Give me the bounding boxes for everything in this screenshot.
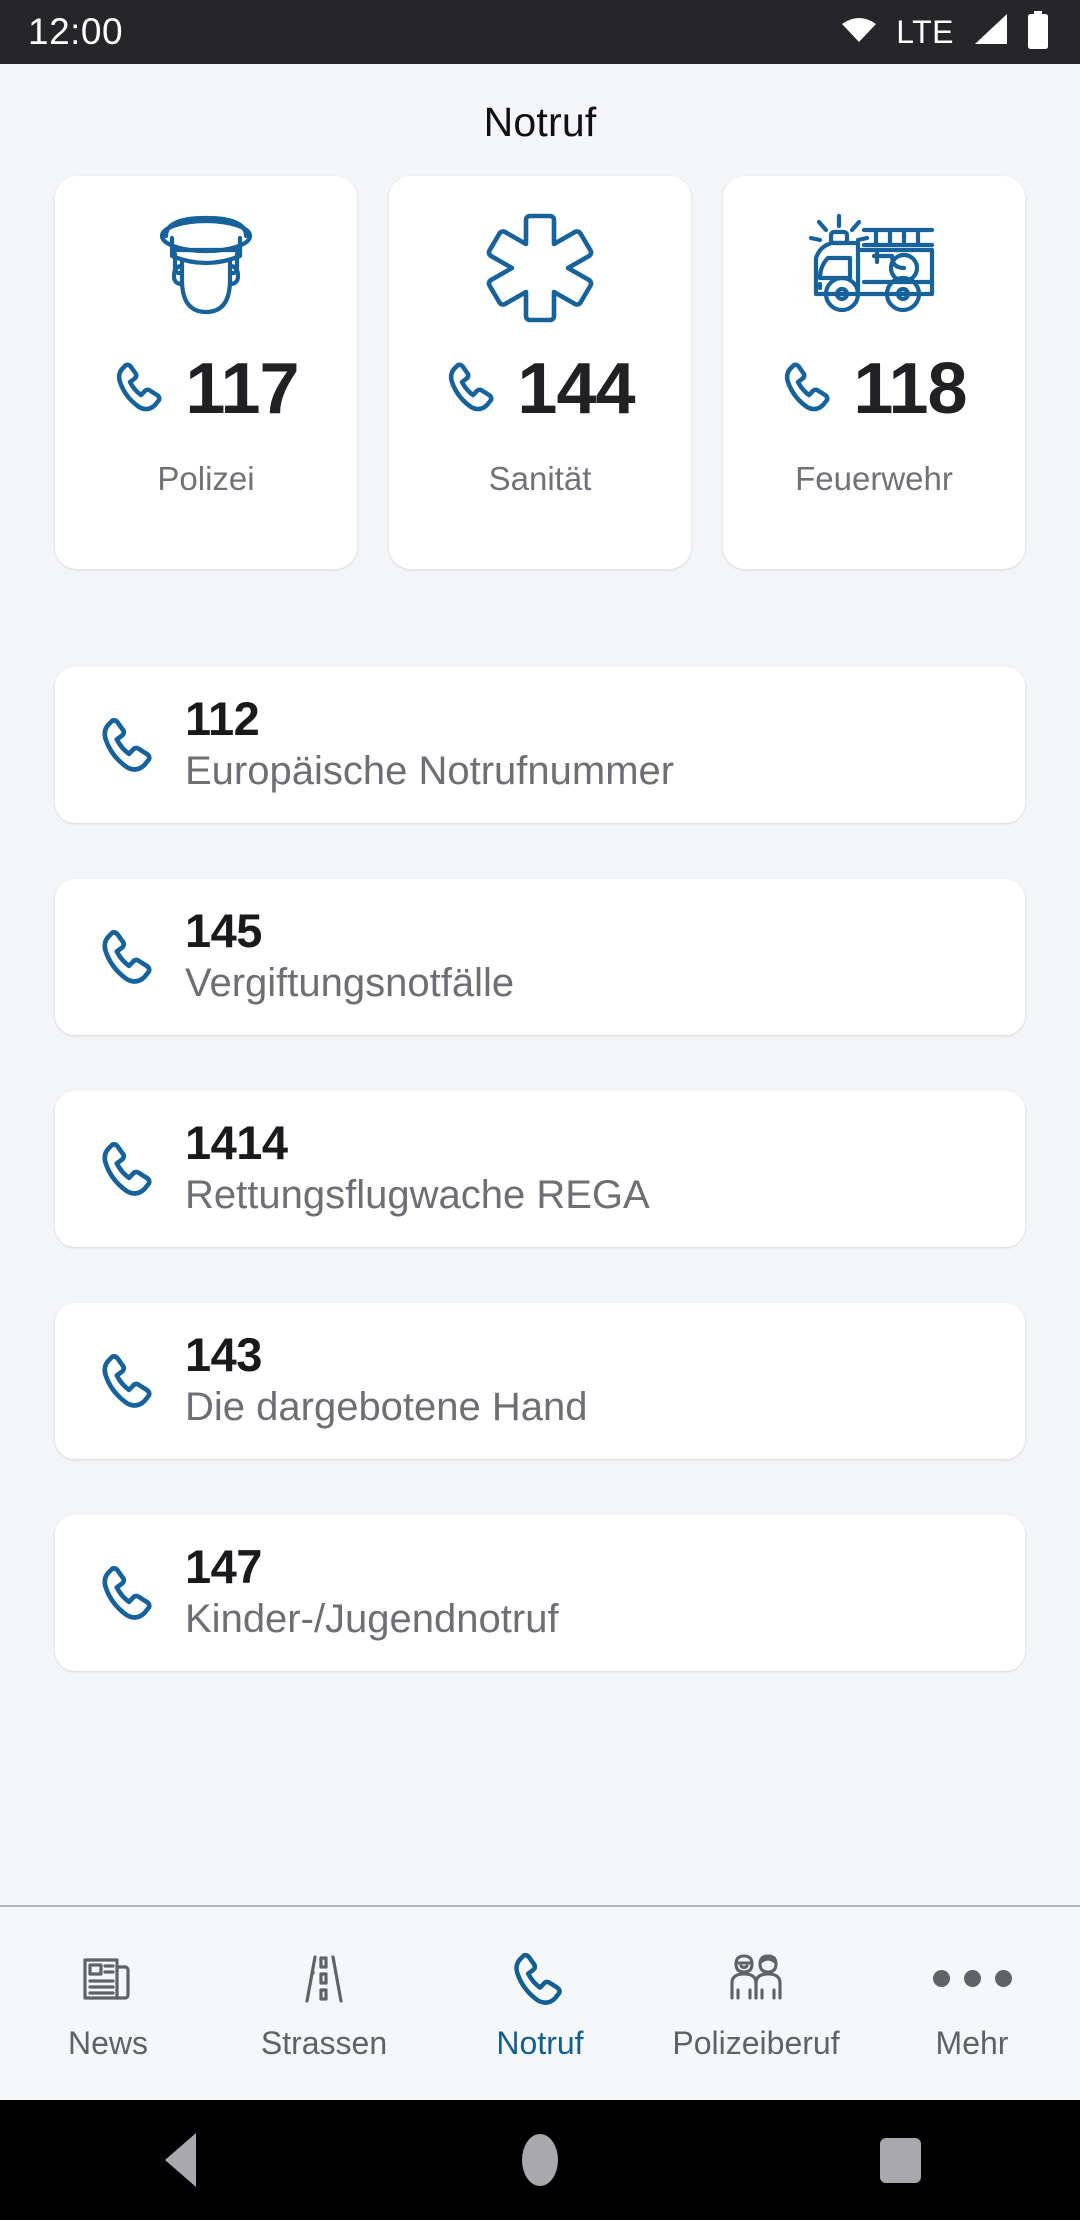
road-icon — [295, 1946, 353, 2012]
list-item-subtitle: Europäische Notrufnummer — [185, 748, 675, 793]
network-type-label: LTE — [896, 13, 954, 50]
list-item[interactable]: 145 Vergiftungsnotfälle — [55, 879, 1025, 1035]
list-item-subtitle: Rettungsflugwache REGA — [185, 1172, 650, 1217]
list-item-subtitle: Kinder-/Jugendnotruf — [185, 1596, 559, 1641]
back-triangle-icon — [164, 2133, 196, 2187]
card-number: 144 — [517, 349, 635, 429]
battery-icon — [1026, 10, 1050, 54]
nav-label: News — [67, 2024, 148, 2061]
list-item[interactable]: 112 Europäische Notrufnummer — [55, 667, 1025, 823]
wifi-icon — [839, 15, 879, 50]
list-item-text: 147 Kinder-/Jugendnotruf — [185, 1540, 559, 1644]
nav-item-mehr[interactable]: Mehr — [864, 1946, 1080, 2062]
system-recents-button[interactable] — [720, 2137, 1080, 2183]
star-of-life-icon — [481, 176, 599, 326]
list-item-number: 112 — [185, 692, 260, 746]
system-home-button[interactable] — [360, 2134, 720, 2186]
phone-icon — [113, 359, 169, 420]
list-item-number: 143 — [185, 1328, 262, 1382]
nav-label: Polizeiberuf — [672, 2024, 840, 2061]
recents-square-icon — [879, 2137, 921, 2183]
nav-item-strassen[interactable]: Strassen — [216, 1946, 432, 2062]
home-circle-icon — [522, 2134, 558, 2186]
list-item-text: 112 Europäische Notrufnummer — [185, 692, 675, 796]
phone-icon — [83, 1138, 175, 1200]
status-bar: 12:00 LTE — [0, 0, 1080, 64]
emergency-card-polizei[interactable]: 117 Polizei — [55, 176, 357, 569]
list-item[interactable]: 147 Kinder-/Jugendnotruf — [55, 1515, 1025, 1671]
fire-truck-icon — [806, 176, 942, 326]
phone-icon — [83, 926, 175, 988]
list-item-subtitle: Die dargebotene Hand — [185, 1384, 588, 1429]
phone-icon — [781, 359, 837, 420]
card-label: Sanität — [488, 460, 592, 497]
two-people-icon — [725, 1946, 787, 2012]
card-number-row: 144 — [445, 348, 636, 430]
nav-label: Notruf — [496, 2024, 584, 2061]
newspaper-icon — [79, 1946, 137, 2012]
android-system-nav — [0, 2100, 1080, 2220]
phone-icon — [445, 359, 501, 420]
emergency-card-feuerwehr[interactable]: 118 Feuerwehr — [723, 176, 1025, 569]
card-number-row: 118 — [781, 348, 968, 430]
phone-screen: 12:00 LTE Notruf 117 Polizei 144 Sanität… — [0, 0, 1080, 2220]
police-officer-icon — [142, 176, 270, 326]
card-number-row: 117 — [113, 348, 300, 430]
phone-icon — [83, 1562, 175, 1624]
phone-icon — [83, 1350, 175, 1412]
signal-icon — [971, 13, 1009, 51]
emergency-number-list: 112 Europäische Notrufnummer 145 Vergift… — [0, 667, 1080, 1671]
nav-label: Mehr — [935, 2024, 1009, 2061]
list-item-number: 147 — [185, 1540, 262, 1594]
nav-item-news[interactable]: News — [0, 1946, 216, 2062]
card-number: 118 — [853, 349, 967, 429]
emergency-cards-row: 117 Polizei 144 Sanität 118 Feuerwehr — [0, 146, 1080, 569]
list-item-text: 143 Die dargebotene Hand — [185, 1328, 588, 1432]
nav-item-polizeiberuf[interactable]: Polizeiberuf — [648, 1946, 864, 2062]
list-item-text: 145 Vergiftungsnotfälle — [185, 904, 515, 1008]
status-clock: 12:00 — [28, 11, 124, 52]
system-back-button[interactable] — [0, 2133, 360, 2187]
nav-label: Strassen — [260, 2024, 388, 2061]
status-icons: LTE — [839, 10, 1050, 54]
list-item-number: 1414 — [185, 1116, 288, 1170]
list-item-text: 1414 Rettungsflugwache REGA — [185, 1116, 650, 1220]
list-item[interactable]: 143 Die dargebotene Hand — [55, 1303, 1025, 1459]
page-title: Notruf — [483, 99, 597, 145]
list-item[interactable]: 1414 Rettungsflugwache REGA — [55, 1091, 1025, 1247]
emergency-card-sanitaet[interactable]: 144 Sanität — [389, 176, 691, 569]
phone-icon — [83, 714, 175, 776]
phone-icon — [510, 1946, 570, 2012]
bottom-navigation: News Strassen Notruf Polizeiberuf Mehr — [0, 1907, 1080, 2100]
ellipsis-icon — [932, 1946, 1012, 2012]
card-label: Feuerwehr — [795, 460, 953, 497]
list-item-subtitle: Vergiftungsnotfälle — [185, 960, 515, 1005]
nav-item-notruf[interactable]: Notruf — [432, 1946, 648, 2062]
card-number: 117 — [185, 349, 299, 429]
card-label: Polizei — [157, 460, 255, 497]
list-item-number: 145 — [185, 904, 262, 958]
